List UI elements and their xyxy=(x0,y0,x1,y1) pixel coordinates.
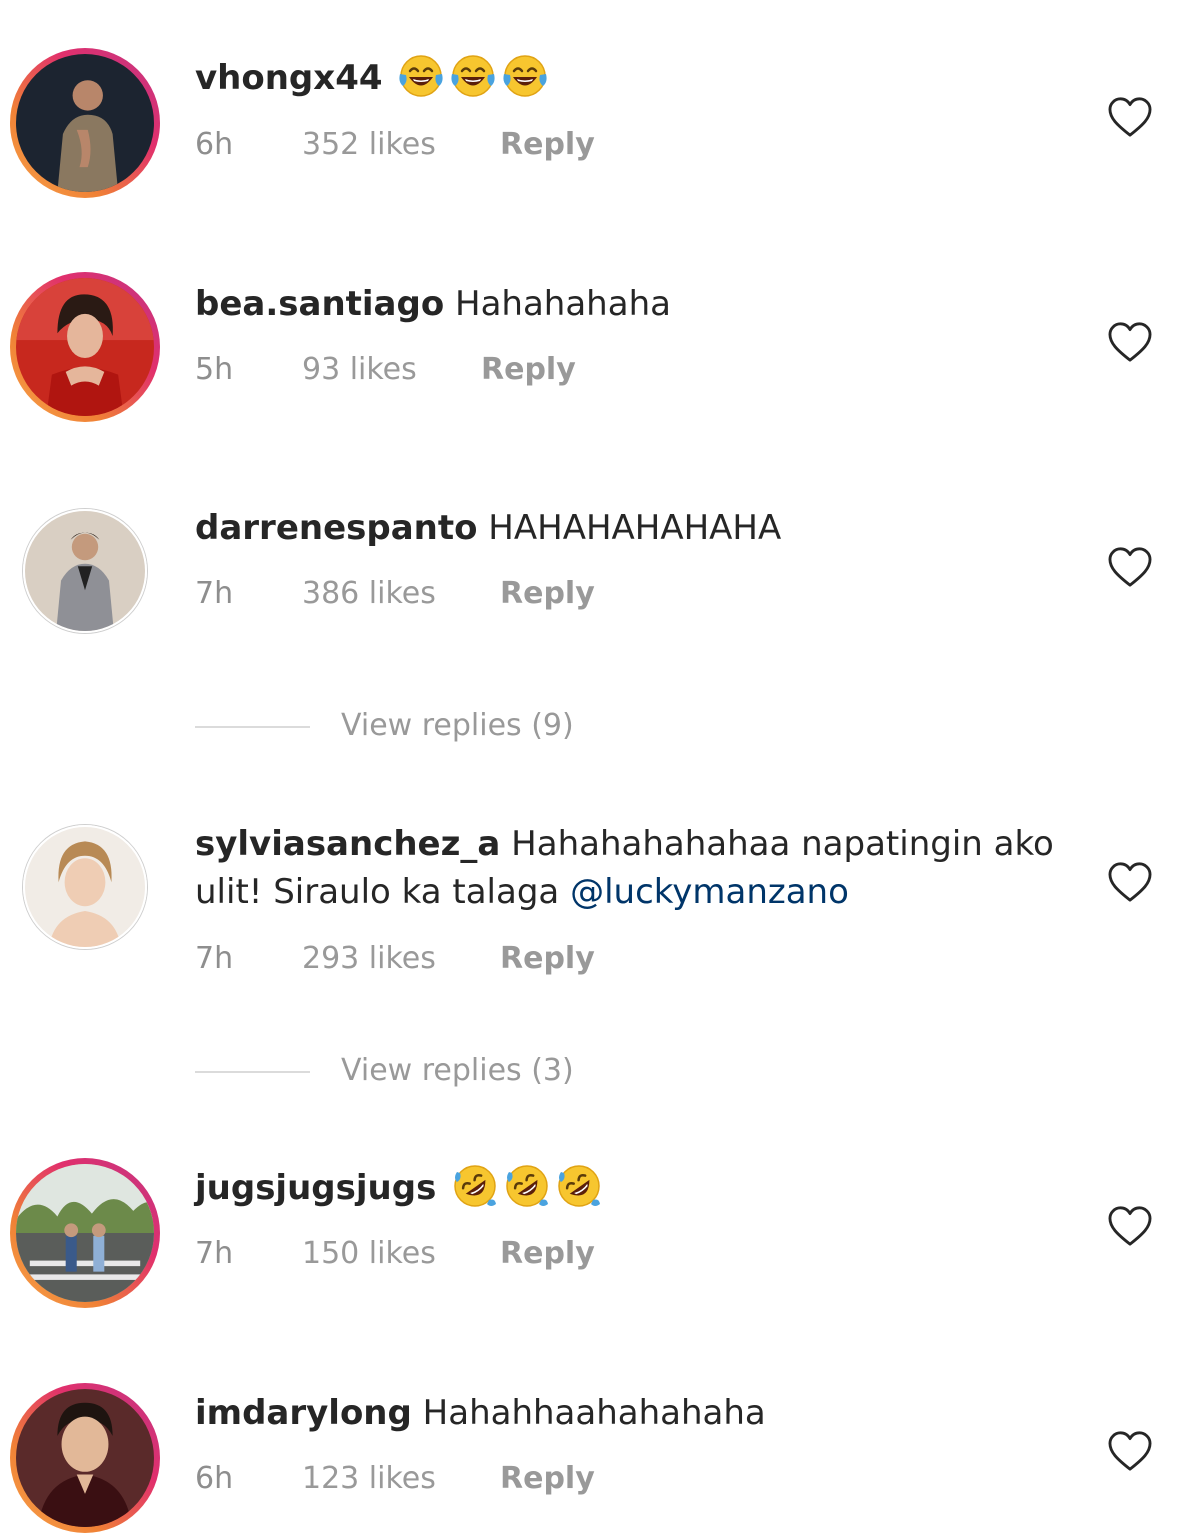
comment-text: imdarylong Hahahhaahahahaha xyxy=(195,1389,766,1437)
avatar[interactable] xyxy=(10,272,160,422)
likes-count[interactable]: 150 likes xyxy=(302,1234,436,1274)
view-replies-label[interactable]: View replies (9) xyxy=(341,706,574,746)
heart-icon[interactable] xyxy=(1107,546,1153,588)
timestamp[interactable]: 6h xyxy=(195,1459,233,1499)
avatar[interactable] xyxy=(10,1383,160,1533)
reply-button[interactable]: Reply xyxy=(500,125,595,165)
comment-text: darrenespanto HAHAHAHAHAHA xyxy=(195,504,781,552)
reply-button[interactable]: Reply xyxy=(481,350,576,390)
comment-text: vhongx44 xyxy=(195,54,549,102)
reply-button[interactable]: Reply xyxy=(500,1234,595,1274)
heart-icon[interactable] xyxy=(1107,321,1153,363)
heart-icon[interactable] xyxy=(1107,1430,1153,1472)
username[interactable]: jugsjugsjugs xyxy=(195,1168,436,1208)
username[interactable]: sylviasanchez_a xyxy=(195,824,500,864)
username[interactable]: bea.santiago xyxy=(195,284,444,324)
comment-body: ulit! Siraulo ka talaga xyxy=(195,872,560,912)
timestamp[interactable]: 7h xyxy=(195,1234,233,1274)
username[interactable]: darrenespanto xyxy=(195,508,477,548)
view-replies-label[interactable]: View replies (3) xyxy=(341,1051,574,1091)
comment-body: HAHAHAHAHAHA xyxy=(488,508,782,548)
comment-text-continued: ulit! Siraulo ka talaga @luckymanzano xyxy=(195,868,849,916)
comment-body: Hahahahahahaa napatingin ako xyxy=(511,824,1054,864)
comment-text: sylviasanchez_a Hahahahahahaa napatingin… xyxy=(195,820,1054,868)
face-with-tears-of-joy-icon xyxy=(501,52,549,100)
timestamp[interactable]: 7h xyxy=(195,939,233,979)
avatar[interactable] xyxy=(10,48,160,198)
likes-count[interactable]: 352 likes xyxy=(302,125,436,165)
likes-count[interactable]: 386 likes xyxy=(302,574,436,614)
reply-button[interactable]: Reply xyxy=(500,1459,595,1499)
timestamp[interactable]: 5h xyxy=(195,350,233,390)
likes-count[interactable]: 93 likes xyxy=(302,350,417,390)
username[interactable]: imdarylong xyxy=(195,1393,412,1433)
username[interactable]: vhongx44 xyxy=(195,58,383,98)
face-with-tears-of-joy-icon xyxy=(449,52,497,100)
reply-button[interactable]: Reply xyxy=(500,939,595,979)
avatar[interactable] xyxy=(10,1158,160,1308)
comment-body: Hahahhaahahahaha xyxy=(422,1393,766,1433)
comment-text: jugsjugsjugs xyxy=(195,1164,603,1212)
rolling-on-floor-laughing-icon xyxy=(451,1162,499,1210)
timestamp[interactable]: 7h xyxy=(195,574,233,614)
face-with-tears-of-joy-icon xyxy=(397,52,445,100)
heart-icon[interactable] xyxy=(1107,96,1153,138)
heart-icon[interactable] xyxy=(1107,861,1153,903)
rolling-on-floor-laughing-icon xyxy=(555,1162,603,1210)
avatar[interactable] xyxy=(22,508,148,634)
likes-count[interactable]: 123 likes xyxy=(302,1459,436,1499)
timestamp[interactable]: 6h xyxy=(195,125,233,165)
likes-count[interactable]: 293 likes xyxy=(302,939,436,979)
mention-link[interactable]: @luckymanzano xyxy=(570,872,849,912)
comment-text: bea.santiago Hahahahaha xyxy=(195,280,671,328)
reply-button[interactable]: Reply xyxy=(500,574,595,614)
divider-line xyxy=(195,726,310,728)
avatar[interactable] xyxy=(22,824,148,950)
comment-body: Hahahahaha xyxy=(455,284,671,324)
divider-line xyxy=(195,1071,310,1073)
heart-icon[interactable] xyxy=(1107,1205,1153,1247)
rolling-on-floor-laughing-icon xyxy=(503,1162,551,1210)
